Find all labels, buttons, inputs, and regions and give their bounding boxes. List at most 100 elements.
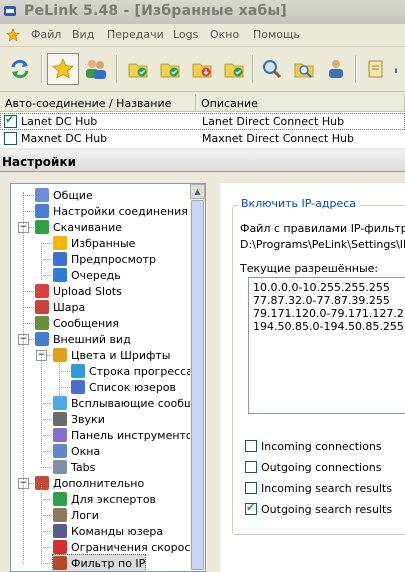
settings-window-title[interactable]: Настройки <box>0 150 405 172</box>
list-item[interactable]: 194.50.85.0-194.50.85.255 <box>253 320 405 333</box>
share-icon <box>35 300 49 314</box>
tree-scrollbar[interactable]: ▲ <box>190 184 205 571</box>
search-folder-icon <box>294 63 314 78</box>
tree-connector <box>59 387 70 388</box>
list-item[interactable]: 77.87.32.0-77.87.39.255 <box>253 294 405 307</box>
tree-item-label: Список юзеров <box>89 380 177 394</box>
tree-connector <box>23 211 34 212</box>
toolbar-icon <box>53 428 67 442</box>
tree-item-network[interactable]: Настройки соединения <box>35 203 188 219</box>
tree-item-advanced[interactable]: Дополнительно <box>35 475 144 491</box>
tree-connector <box>23 291 34 292</box>
ip-filter-icon <box>53 556 67 570</box>
tree-item-log[interactable]: Логи <box>53 507 99 523</box>
tree-item-balloon[interactable]: Всплывающие сообщения <box>53 395 205 411</box>
tree-item-expert[interactable]: Для экспертов <box>53 491 156 507</box>
tree-item-toolbar[interactable]: Панель инструментов <box>53 427 199 443</box>
search-icon <box>263 60 282 79</box>
column-header-name[interactable]: Авто-соединение / Название <box>0 94 196 112</box>
toolbar <box>0 47 405 92</box>
allowed-label: Текущие разрешённые: <box>240 262 379 275</box>
tree-item-tabs[interactable]: Tabs <box>53 459 95 475</box>
folder-button-4[interactable] <box>218 53 250 85</box>
filter-file-label: Файл с правилами IP-фильтра: <box>240 222 405 235</box>
tree-connector <box>41 531 52 532</box>
incoming-connections-checkbox[interactable] <box>245 440 257 452</box>
menu-transfers[interactable]: Передачи <box>107 28 164 41</box>
tree-item-speed-limit[interactable]: Ограничения скорости <box>53 539 204 555</box>
tree-item-preview[interactable]: Предпросмотр <box>53 251 156 267</box>
tree-item-sound[interactable]: Звуки <box>53 411 105 427</box>
users-icon <box>86 60 106 79</box>
progress-icon <box>71 364 85 378</box>
menu-logs[interactable]: Logs <box>173 28 198 41</box>
tree-item-computer[interactable]: Общие <box>35 187 93 203</box>
advanced-icon <box>35 476 49 490</box>
tree-item-share[interactable]: Шара <box>35 299 85 315</box>
tree-item-messages[interactable]: Сообщения <box>35 315 119 331</box>
list-item[interactable]: 10.0.0.0-10.255.255.255 <box>253 281 405 294</box>
menu-view[interactable]: Вид <box>72 28 94 41</box>
list-item[interactable]: 79.171.120.0-79.171.127.255 <box>253 307 405 320</box>
tree-item-label: Ограничения скорости <box>71 540 204 554</box>
upload-icon <box>35 284 49 298</box>
title-bar[interactable]: PeLink 5.48 - [Избранные хабы] <box>0 0 405 25</box>
search-folder-button[interactable] <box>288 53 320 85</box>
toolbar-more-button[interactable] <box>394 53 405 85</box>
outgoing-connections-checkbox[interactable] <box>245 461 257 473</box>
incoming-search-results-checkbox[interactable] <box>245 482 257 494</box>
tree-item-download[interactable]: Скачивание <box>35 219 122 235</box>
tree-item-palette[interactable]: Цвета и Шрифты <box>53 347 170 363</box>
tree-item-appearance[interactable]: Внешний вид <box>35 331 131 347</box>
folder-button-1[interactable] <box>122 53 154 85</box>
allowed-ip-list[interactable]: 10.0.0.0-10.255.255.255 77.87.32.0-77.87… <box>248 277 405 414</box>
star-icon <box>53 236 67 250</box>
tree-item-commands[interactable]: Команды юзера <box>53 523 163 539</box>
network-icon <box>35 204 49 218</box>
menu-window[interactable]: Окно <box>210 28 239 41</box>
tree-item-user-list[interactable]: Список юзеров <box>71 379 176 395</box>
favorites-button[interactable] <box>47 53 79 85</box>
table-row[interactable]: Lanet DC Hub Lanet Direct Connect Hub <box>0 113 405 130</box>
menu-bar: Файл Вид Передачи Logs Окно Помощь <box>0 24 405 47</box>
tree-item-ip-filter[interactable]: Фильтр по IP <box>51 554 147 571</box>
folder-button-3[interactable] <box>186 53 218 85</box>
menu-file[interactable]: Файл <box>31 28 61 41</box>
appearance-icon <box>35 332 49 346</box>
expert-icon <box>53 492 67 506</box>
tree-connector <box>23 307 34 308</box>
notes-button[interactable] <box>360 53 392 85</box>
windows-icon <box>53 444 67 458</box>
user-search-button[interactable] <box>320 53 352 85</box>
tree-item-queue[interactable]: Очередь <box>53 267 121 283</box>
menu-help[interactable]: Помощь <box>253 28 300 41</box>
tree-connector <box>41 547 52 548</box>
chart-icon <box>395 68 397 73</box>
users-button[interactable] <box>80 53 112 85</box>
auto-connect-checkbox[interactable] <box>4 113 17 128</box>
tree-connector <box>41 451 52 452</box>
refresh-button[interactable] <box>4 53 36 85</box>
tree-item-progress[interactable]: Строка прогресса <box>71 363 193 379</box>
tree-connector <box>59 355 60 396</box>
queue-icon <box>53 268 67 282</box>
search-button[interactable] <box>256 53 288 85</box>
outgoing-search-results-checkbox[interactable] <box>245 501 257 515</box>
folder-download-icon <box>192 63 212 78</box>
tree-item-windows[interactable]: Окна <box>53 443 100 459</box>
computer-icon <box>35 188 49 202</box>
hub-name: Lanet DC Hub <box>21 115 98 128</box>
tree-item-upload[interactable]: Upload Slots <box>35 283 122 299</box>
enable-ip-filter-label[interactable]: Включить IP-адреса <box>238 197 360 210</box>
outgoing-connections-label: Outgoing connections <box>261 461 382 474</box>
auto-connect-checkbox[interactable] <box>4 132 17 145</box>
scroll-up-button[interactable]: ▲ <box>190 184 205 199</box>
toolbar-separator <box>116 55 118 83</box>
table-row[interactable]: Maxnet DC Hub Maxnet Direct Connect Hub <box>0 130 405 147</box>
scroll-thumb[interactable] <box>191 200 204 570</box>
column-header-description[interactable]: Описание <box>196 94 405 112</box>
preview-icon <box>53 252 67 266</box>
favorites-star-icon <box>52 58 74 79</box>
folder-button-2[interactable] <box>154 53 186 85</box>
tree-item-star[interactable]: Избранные <box>53 235 135 251</box>
